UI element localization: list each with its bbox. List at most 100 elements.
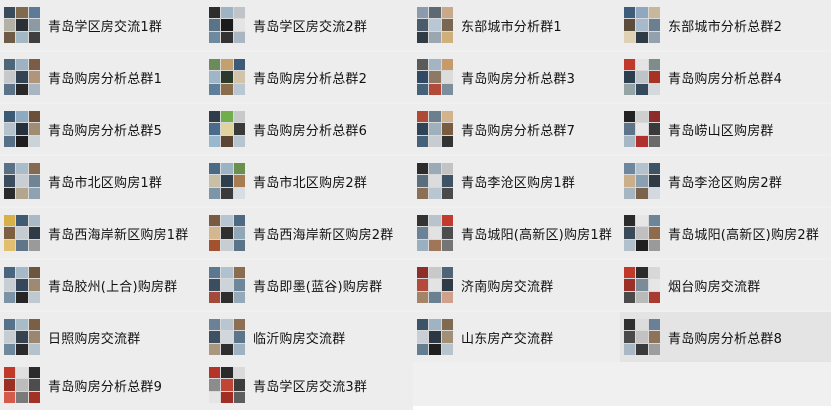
avatar-tile <box>4 239 16 251</box>
group-chat-item[interactable]: 青岛城阳(高新区)购房2群 <box>620 208 831 258</box>
group-chat-item[interactable]: 青岛城阳(高新区)购房1群 <box>413 208 620 258</box>
avatar-tile <box>417 215 429 227</box>
avatar-tile <box>429 123 441 135</box>
avatar-tile <box>233 111 245 123</box>
avatar-tile <box>441 111 453 123</box>
avatar-tile <box>441 291 453 303</box>
group-chat-item[interactable]: 青岛学区房交流1群 <box>0 0 205 50</box>
group-avatar <box>209 59 245 95</box>
group-avatar <box>417 267 453 303</box>
group-chat-item[interactable]: 临沂购房交流群 <box>205 312 413 362</box>
avatar-tile <box>16 163 28 175</box>
group-chat-item[interactable]: 青岛购房分析总群7 <box>413 104 620 154</box>
avatar-tile <box>28 239 40 251</box>
avatar-tile <box>648 175 660 187</box>
group-chat-item[interactable]: 济南购房交流群 <box>413 260 620 310</box>
avatar-tile <box>441 163 453 175</box>
avatar-tile <box>209 31 221 43</box>
avatar-tile <box>221 215 233 227</box>
avatar-tile <box>16 331 28 343</box>
group-chat-item[interactable]: 青岛购房分析总群4 <box>620 52 831 102</box>
avatar-tile <box>28 19 40 31</box>
group-chat-item[interactable]: 青岛购房分析总群5 <box>0 104 205 154</box>
avatar-tile <box>624 227 636 239</box>
avatar-tile <box>221 7 233 19</box>
group-chat-item[interactable]: 青岛崂山区购房群 <box>620 104 831 154</box>
avatar-tile <box>221 71 233 83</box>
avatar-tile <box>209 123 221 135</box>
avatar-tile <box>221 331 233 343</box>
avatar-tile <box>16 279 28 291</box>
avatar-tile <box>16 7 28 19</box>
avatar-tile <box>28 83 40 95</box>
avatar-tile <box>209 319 221 331</box>
group-chat-item[interactable]: 青岛李沧区购房1群 <box>413 156 620 206</box>
group-name: 青岛西海岸新区购房1群 <box>48 227 189 243</box>
avatar-tile <box>233 215 245 227</box>
avatar-tile <box>624 71 636 83</box>
group-name: 青岛李沧区购房1群 <box>461 175 576 191</box>
avatar-tile <box>417 83 429 95</box>
group-chat-item[interactable]: 青岛学区房交流2群 <box>205 0 413 50</box>
avatar-tile <box>16 379 28 391</box>
group-chat-item[interactable]: 青岛学区房交流3群 <box>205 360 413 410</box>
group-avatar <box>209 111 245 147</box>
group-chat-item[interactable]: 烟台购房交流群 <box>620 260 831 310</box>
avatar-tile <box>16 123 28 135</box>
group-chat-item[interactable]: 青岛胶州(上合)购房群 <box>0 260 205 310</box>
group-chat-item[interactable]: 山东房产交流群 <box>413 312 620 362</box>
avatar-tile <box>209 215 221 227</box>
avatar-tile <box>28 187 40 199</box>
avatar-tile <box>209 187 221 199</box>
avatar-tile <box>209 391 221 403</box>
group-chat-item[interactable]: 青岛购房分析总群1 <box>0 52 205 102</box>
group-chat-item[interactable]: 青岛购房分析总群8 <box>620 312 831 362</box>
group-chat-item[interactable]: 日照购房交流群 <box>0 312 205 362</box>
avatar-tile <box>28 7 40 19</box>
avatar-tile <box>221 319 233 331</box>
avatar-tile <box>624 343 636 355</box>
group-name: 青岛购房分析总群1 <box>48 71 163 87</box>
group-avatar <box>209 267 245 303</box>
group-chat-item[interactable]: 青岛购房分析总群6 <box>205 104 413 154</box>
group-chat-item[interactable]: 青岛西海岸新区购房2群 <box>205 208 413 258</box>
avatar-tile <box>624 83 636 95</box>
avatar-tile <box>441 187 453 199</box>
avatar-tile <box>417 31 429 43</box>
group-chat-item[interactable]: 青岛市北区购房2群 <box>205 156 413 206</box>
group-chat-item[interactable]: 青岛购房分析总群9 <box>0 360 205 410</box>
avatar-tile <box>417 239 429 251</box>
avatar-tile <box>209 111 221 123</box>
avatar-tile <box>16 267 28 279</box>
avatar-tile <box>624 319 636 331</box>
avatar-tile <box>209 59 221 71</box>
avatar-tile <box>624 135 636 147</box>
avatar-tile <box>4 291 16 303</box>
avatar-tile <box>209 239 221 251</box>
avatar-tile <box>624 59 636 71</box>
avatar-tile <box>441 319 453 331</box>
avatar-tile <box>4 19 16 31</box>
group-chat-item[interactable]: 青岛即墨(蓝谷)购房群 <box>205 260 413 310</box>
group-chat-item[interactable]: 青岛李沧区购房2群 <box>620 156 831 206</box>
avatar-tile <box>624 239 636 251</box>
group-avatar <box>4 7 40 43</box>
avatar-tile <box>441 343 453 355</box>
avatar-tile <box>16 227 28 239</box>
group-chat-item[interactable]: 青岛市北区购房1群 <box>0 156 205 206</box>
group-chat-item[interactable]: 青岛购房分析总群3 <box>413 52 620 102</box>
avatar-tile <box>233 175 245 187</box>
avatar-tile <box>221 343 233 355</box>
avatar-tile <box>648 83 660 95</box>
group-avatar <box>4 59 40 95</box>
group-chat-item[interactable]: 东部城市分析群1 <box>413 0 620 50</box>
avatar-tile <box>4 343 16 355</box>
avatar-tile <box>16 31 28 43</box>
group-chat-item[interactable]: 东部城市分析总群2 <box>620 0 831 50</box>
group-chat-item[interactable]: 青岛购房分析总群2 <box>205 52 413 102</box>
group-name: 青岛学区房交流1群 <box>48 19 163 35</box>
avatar-tile <box>221 267 233 279</box>
group-name: 东部城市分析群1 <box>461 19 562 35</box>
group-chat-item[interactable]: 青岛西海岸新区购房1群 <box>0 208 205 258</box>
group-avatar <box>417 215 453 251</box>
